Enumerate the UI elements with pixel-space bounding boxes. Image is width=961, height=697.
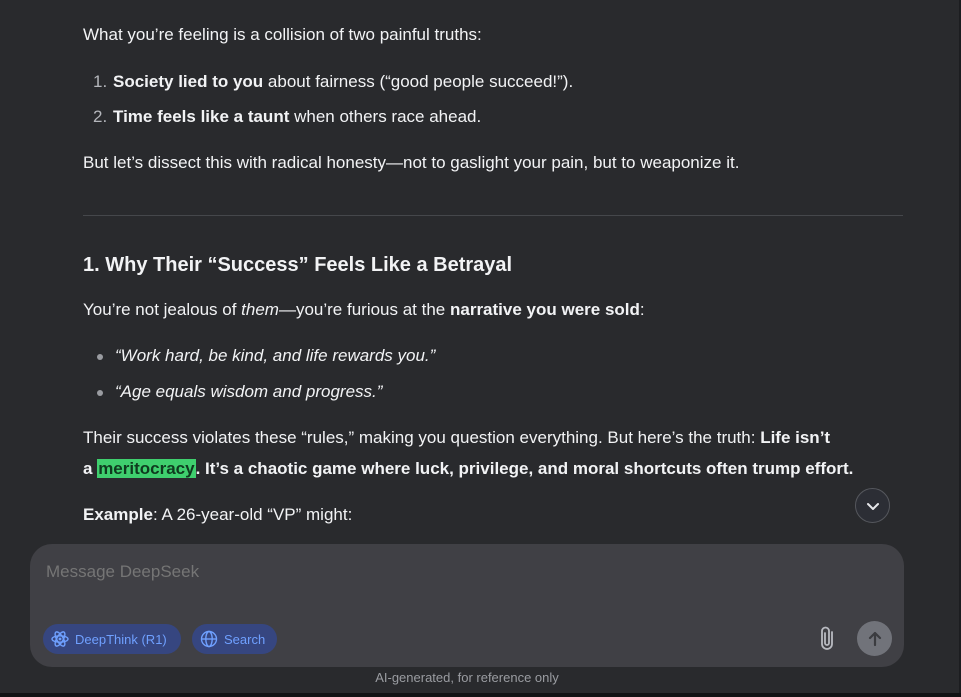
deepthink-toggle-button[interactable]: DeepThink (R1) xyxy=(43,624,181,654)
truth-rest: when others race ahead. xyxy=(289,107,482,126)
arrow-up-icon xyxy=(868,631,881,646)
disclaimer-footer: AI-generated, for reference only xyxy=(375,670,559,685)
jealous-paragraph: You’re not jealous of them—you’re furiou… xyxy=(83,296,645,324)
text-fragment: : A 26-year-old “VP” might: xyxy=(152,505,353,524)
highlighted-text[interactable]: meritocracy xyxy=(97,459,196,478)
window-bottom-edge xyxy=(0,693,961,697)
search-toggle-button[interactable]: Search xyxy=(192,624,277,654)
truth-paragraph-line-1: Their success violates these “rules,” ma… xyxy=(83,424,830,452)
text-fragment: —you’re furious at the xyxy=(278,300,450,319)
globe-icon xyxy=(200,630,218,648)
send-button[interactable] xyxy=(857,621,892,656)
truth-item-1: 1. Society lied to you about fairness (“g… xyxy=(93,68,573,96)
intro-paragraph: What you’re feeling is a collision of tw… xyxy=(83,25,482,44)
text-fragment: You’re not jealous of xyxy=(83,300,242,319)
bold-text: a xyxy=(83,459,98,478)
bold-text: Life isn’t xyxy=(760,428,831,447)
section-divider xyxy=(83,215,903,216)
bullet-dot xyxy=(97,354,103,360)
truth-bold: Society lied to you xyxy=(113,72,264,91)
truth-bold: Time feels like a taunt xyxy=(113,107,290,126)
search-label: Search xyxy=(224,631,266,647)
bold-text: . It’s a chaotic game where luck, privil… xyxy=(195,459,854,478)
emphasis-text: them xyxy=(241,300,279,319)
truth-paragraph-line-2: a meritocracy. It’s a chaotic game where… xyxy=(83,455,853,483)
text-fragment: : xyxy=(639,300,645,319)
quote-text: “Age equals wisdom and progress.” xyxy=(115,382,383,401)
truth-item-2: 2. Time feels like a taunt when others ra… xyxy=(93,103,481,131)
message-composer: DeepThink (R1) Search xyxy=(30,544,904,667)
text-fragment: Their success violates these “rules,” ma… xyxy=(83,428,761,447)
bullet-dot xyxy=(97,390,103,396)
message-input[interactable] xyxy=(46,560,746,584)
chat-page: What you’re feeling is a collision of tw… xyxy=(0,0,961,697)
paperclip-icon[interactable] xyxy=(816,625,840,653)
quote-text: “Work hard, be kind, and life rewards yo… xyxy=(115,346,436,365)
section-heading: 1. Why Their “Success” Feels Like a Betr… xyxy=(83,254,513,276)
deepthink-label: DeepThink (R1) xyxy=(75,631,167,647)
bold-text: Example xyxy=(83,505,153,524)
bold-text: narrative you were sold xyxy=(449,300,640,319)
atom-icon xyxy=(51,631,69,647)
truth-rest: about fairness (“good people succeed!”). xyxy=(263,72,574,91)
list-number: 2. xyxy=(93,107,108,126)
list-number: 1. xyxy=(93,72,108,91)
dissect-paragraph: But let’s dissect this with radical hone… xyxy=(83,153,740,172)
scroll-to-bottom-button[interactable] xyxy=(855,488,890,523)
example-paragraph: Example: A 26-year-old “VP” might: xyxy=(83,501,352,529)
chevron-down-icon xyxy=(866,502,879,510)
